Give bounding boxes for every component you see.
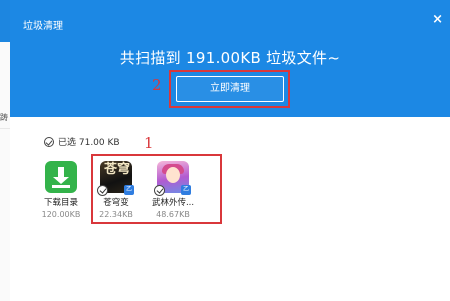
app-size: 48.67KB [156, 210, 190, 219]
checked-icon[interactable] [154, 185, 165, 196]
app-tag-badge: 乙 [124, 185, 134, 195]
background-text: 踌 [0, 113, 8, 122]
app-size: 22.34KB [99, 210, 133, 219]
select-all-check-icon[interactable] [44, 136, 54, 147]
app-name: 武林外传... [151, 198, 195, 208]
game-icon[interactable]: 苍穹 乙 [97, 161, 134, 196]
app-name: 下载目录 [43, 198, 78, 208]
download-arrow-head [53, 177, 69, 184]
background-divider [0, 128, 10, 129]
annotation-box-button [169, 70, 290, 108]
background-header [0, 0, 10, 42]
junk-cleanup-dialog: 垃圾清理 × 共扫描到 191.00KB 垃圾文件~ 立即清理 2 已选 71.… [10, 0, 450, 301]
background-app-strip: 踌 [0, 0, 10, 301]
app-size: 120.00KB [41, 210, 81, 219]
download-tray [52, 185, 70, 188]
character-face [166, 167, 180, 183]
selected-summary[interactable]: 已选 71.00 KB [44, 135, 120, 148]
download-icon[interactable] [45, 161, 77, 193]
dialog-title: 垃圾清理 [23, 21, 63, 32]
scan-result-headline: 共扫描到 191.00KB 垃圾文件~ [119, 49, 341, 67]
close-icon[interactable]: × [432, 12, 443, 27]
checked-icon[interactable] [97, 185, 108, 196]
app-item-cangqiongbian[interactable]: 苍穹 乙 苍穹变 22.34KB [90, 161, 142, 219]
game-icon[interactable]: 乙 [154, 161, 191, 196]
app-item-wulinwaizhuan[interactable]: 乙 武林外传... 48.67KB [147, 161, 199, 219]
app-item-download-folder[interactable]: 下载目录 120.00KB [35, 161, 87, 219]
app-name: 苍穹变 [103, 198, 129, 208]
selected-size-label: 已选 71.00 KB [58, 138, 120, 148]
game-logo-text: 苍穹 [104, 162, 131, 177]
app-tag-badge: 乙 [181, 185, 191, 195]
annotation-number-1: 1 [144, 134, 154, 152]
annotation-number-2: 2 [152, 76, 162, 94]
